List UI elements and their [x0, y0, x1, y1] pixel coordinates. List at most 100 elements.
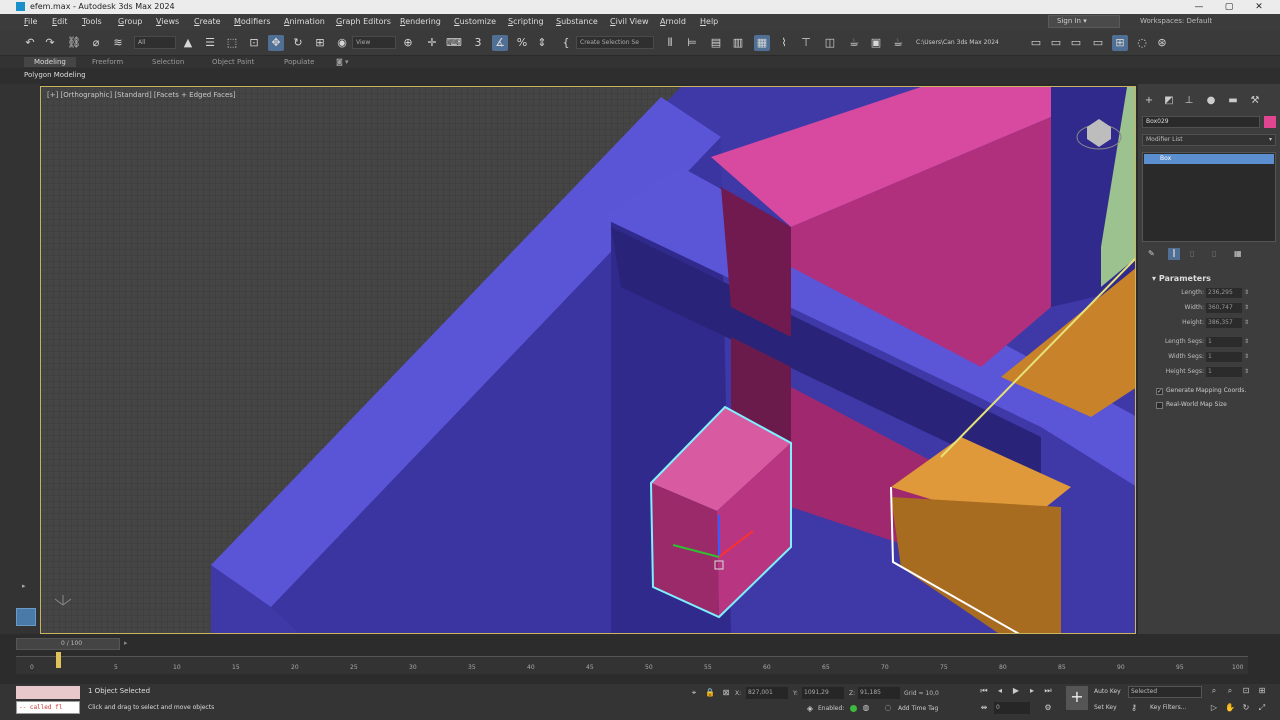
go-to-start-icon[interactable]: ⏮	[978, 685, 990, 697]
maximize-button[interactable]: ▢	[1216, 0, 1242, 14]
link-icon[interactable]: ⛓	[66, 35, 82, 51]
menu-rendering[interactable]: Rendering	[400, 17, 441, 26]
length-field[interactable]: 236,295	[1206, 288, 1242, 298]
maxscript-input[interactable]: -- called fl	[16, 701, 80, 714]
key-mode-icon[interactable]: ⇹	[978, 702, 990, 714]
curve-editor-icon[interactable]: ⌇	[776, 35, 792, 51]
reference-coord-dropdown[interactable]: View	[352, 36, 396, 49]
record-icon[interactable]: ◍	[860, 702, 872, 714]
set-key-plus-icon[interactable]: +	[1066, 686, 1088, 710]
layer-explorer-icon[interactable]: ▥	[730, 35, 746, 51]
stack-item-box[interactable]: Box	[1144, 154, 1274, 164]
ribbon-toggle-icon[interactable]: ▦	[754, 35, 770, 51]
track-bar[interactable]: 0 5 10 15 20 25 30 35 40 45 50 55 60 65 …	[16, 656, 1248, 674]
render-production-icon[interactable]: ☕	[890, 35, 906, 51]
isolate-selection-icon[interactable]: ⌖	[688, 687, 700, 699]
slider-next-icon[interactable]: ▸	[124, 639, 128, 647]
zoom-extents-all-icon[interactable]: ⊞	[1256, 685, 1268, 697]
window-crossing-icon[interactable]: ⊡	[246, 35, 262, 51]
width-segs-spinner-icon[interactable]: ⇕	[1244, 353, 1249, 360]
menu-modifiers[interactable]: Modifiers	[234, 17, 271, 26]
maximize-viewport-icon[interactable]: ⤢	[1256, 702, 1268, 714]
viewport-label[interactable]: [+] [Orthographic] [Standard] [Facets + …	[47, 91, 236, 99]
spinner-snap-icon[interactable]: ⇕	[534, 35, 550, 51]
rendered-frame-icon[interactable]: ▣	[868, 35, 884, 51]
time-config-icon[interactable]: ⚙	[1042, 702, 1054, 714]
maxscript-listener-mini[interactable]	[16, 686, 80, 699]
snaps-toggle-icon[interactable]: 3	[470, 35, 486, 51]
render-setup-icon[interactable]: ☕	[846, 35, 862, 51]
tab-object-paint[interactable]: Object Paint	[202, 57, 264, 67]
pivot-center-icon[interactable]: ⊕	[400, 35, 416, 51]
material-editor-icon[interactable]: ◫	[822, 35, 838, 51]
expand-arrow-icon[interactable]: ▸	[22, 582, 26, 590]
width-field[interactable]: 360,747	[1206, 303, 1242, 313]
rotate-icon[interactable]: ↻	[290, 35, 306, 51]
time-tag-icon[interactable]: ◌	[882, 702, 894, 714]
menu-tools[interactable]: Tools	[82, 17, 102, 26]
modifier-list-dropdown[interactable]: Modifier List ▾	[1142, 134, 1276, 146]
height-segs-field[interactable]: 1	[1206, 367, 1242, 377]
selection-lock-icon[interactable]: 🔒	[704, 687, 716, 699]
bind-space-warp-icon[interactable]: ≋	[110, 35, 126, 51]
height-segs-spinner-icon[interactable]: ⇕	[1244, 368, 1249, 375]
absolute-mode-icon[interactable]: ⊠	[720, 687, 732, 699]
align-icon[interactable]: ⊨	[684, 35, 700, 51]
create-selection-set-dropdown[interactable]: Create Selection Se	[576, 36, 654, 49]
generate-mapping-checkbox[interactable]: ✓ Generate Mapping Coords.	[1156, 386, 1280, 398]
object-color-swatch[interactable]	[1264, 116, 1276, 128]
real-world-map-checkbox[interactable]: Real-World Map Size	[1156, 400, 1280, 412]
select-by-name-icon[interactable]: ☰	[202, 35, 218, 51]
scene-explorer-icon[interactable]: ▤	[708, 35, 724, 51]
tab-modeling[interactable]: Modeling	[24, 57, 76, 67]
current-frame-field[interactable]: 0	[994, 702, 1030, 714]
minimize-button[interactable]: —	[1186, 0, 1212, 14]
angle-snap-icon[interactable]: ∡	[492, 35, 508, 51]
polygon-modeling-label[interactable]: Polygon Modeling	[24, 71, 86, 79]
select-manipulate-icon[interactable]: ✛	[424, 35, 440, 51]
enabled-indicator-icon[interactable]	[850, 705, 857, 712]
zoom-all-icon[interactable]: ⌕	[1224, 685, 1236, 697]
key-selection-dropdown[interactable]: Selected	[1128, 686, 1202, 698]
menu-views[interactable]: Views	[156, 17, 179, 26]
help-icon[interactable]: ⊛	[1154, 35, 1170, 51]
tab-freeform[interactable]: Freeform	[82, 57, 133, 67]
width-spinner-icon[interactable]: ⇕	[1244, 304, 1249, 311]
menu-group[interactable]: Group	[118, 17, 142, 26]
z-coordinate-field[interactable]: 91,185	[858, 687, 900, 699]
key-filters-button[interactable]: Key Filters...	[1150, 704, 1187, 711]
arnold-icon[interactable]: ◌	[1134, 35, 1150, 51]
workspaces-selector[interactable]: Workspaces: Default	[1140, 17, 1212, 25]
mirror-icon[interactable]: ⫴	[662, 35, 678, 51]
utilities-tab-icon[interactable]: ⚒	[1248, 94, 1262, 108]
auto-key-button[interactable]: Auto Key	[1094, 688, 1121, 695]
menu-scripting[interactable]: Scripting	[508, 17, 544, 26]
menu-animation[interactable]: Animation	[284, 17, 325, 26]
height-field[interactable]: 386,357	[1206, 318, 1242, 328]
scene-canvas[interactable]	[41, 87, 1136, 634]
viewport-layouts-icon[interactable]: ⊞	[1112, 35, 1128, 51]
field-of-view-icon[interactable]: ▷	[1208, 702, 1220, 714]
add-time-tag[interactable]: Add Time Tag	[898, 705, 938, 712]
scene-manager-icon[interactable]: ▭	[1090, 35, 1106, 51]
length-segs-field[interactable]: 1	[1206, 337, 1242, 347]
ribbon-options-icon[interactable]: ◙ ▾	[326, 57, 359, 67]
height-spinner-icon[interactable]: ⇕	[1244, 319, 1249, 326]
display-tab-icon[interactable]: ▬	[1226, 94, 1240, 108]
key-icon[interactable]: ⚷	[1128, 702, 1140, 714]
percent-snap-icon[interactable]: %	[514, 35, 530, 51]
project-folder-icon[interactable]: ▭	[1028, 35, 1044, 51]
length-segs-spinner-icon[interactable]: ⇕	[1244, 338, 1249, 345]
show-end-result-icon[interactable]: ‖	[1168, 248, 1180, 260]
modifier-stack[interactable]: Box	[1142, 152, 1276, 242]
placement-icon[interactable]: ◉	[334, 35, 350, 51]
viewport-config-icon[interactable]	[16, 608, 36, 626]
prev-frame-icon[interactable]: ◂	[994, 685, 1006, 697]
hierarchy-tab-icon[interactable]: ⊥	[1182, 94, 1196, 108]
project-settings-icon[interactable]: ▭	[1068, 35, 1084, 51]
pin-stack-icon[interactable]: ✎	[1148, 249, 1155, 258]
orbit-icon[interactable]: ↻	[1240, 702, 1252, 714]
pan-icon[interactable]: ✋	[1224, 702, 1236, 714]
parameters-title[interactable]: ▾ Parameters	[1142, 274, 1276, 283]
scale-icon[interactable]: ⊞	[312, 35, 328, 51]
